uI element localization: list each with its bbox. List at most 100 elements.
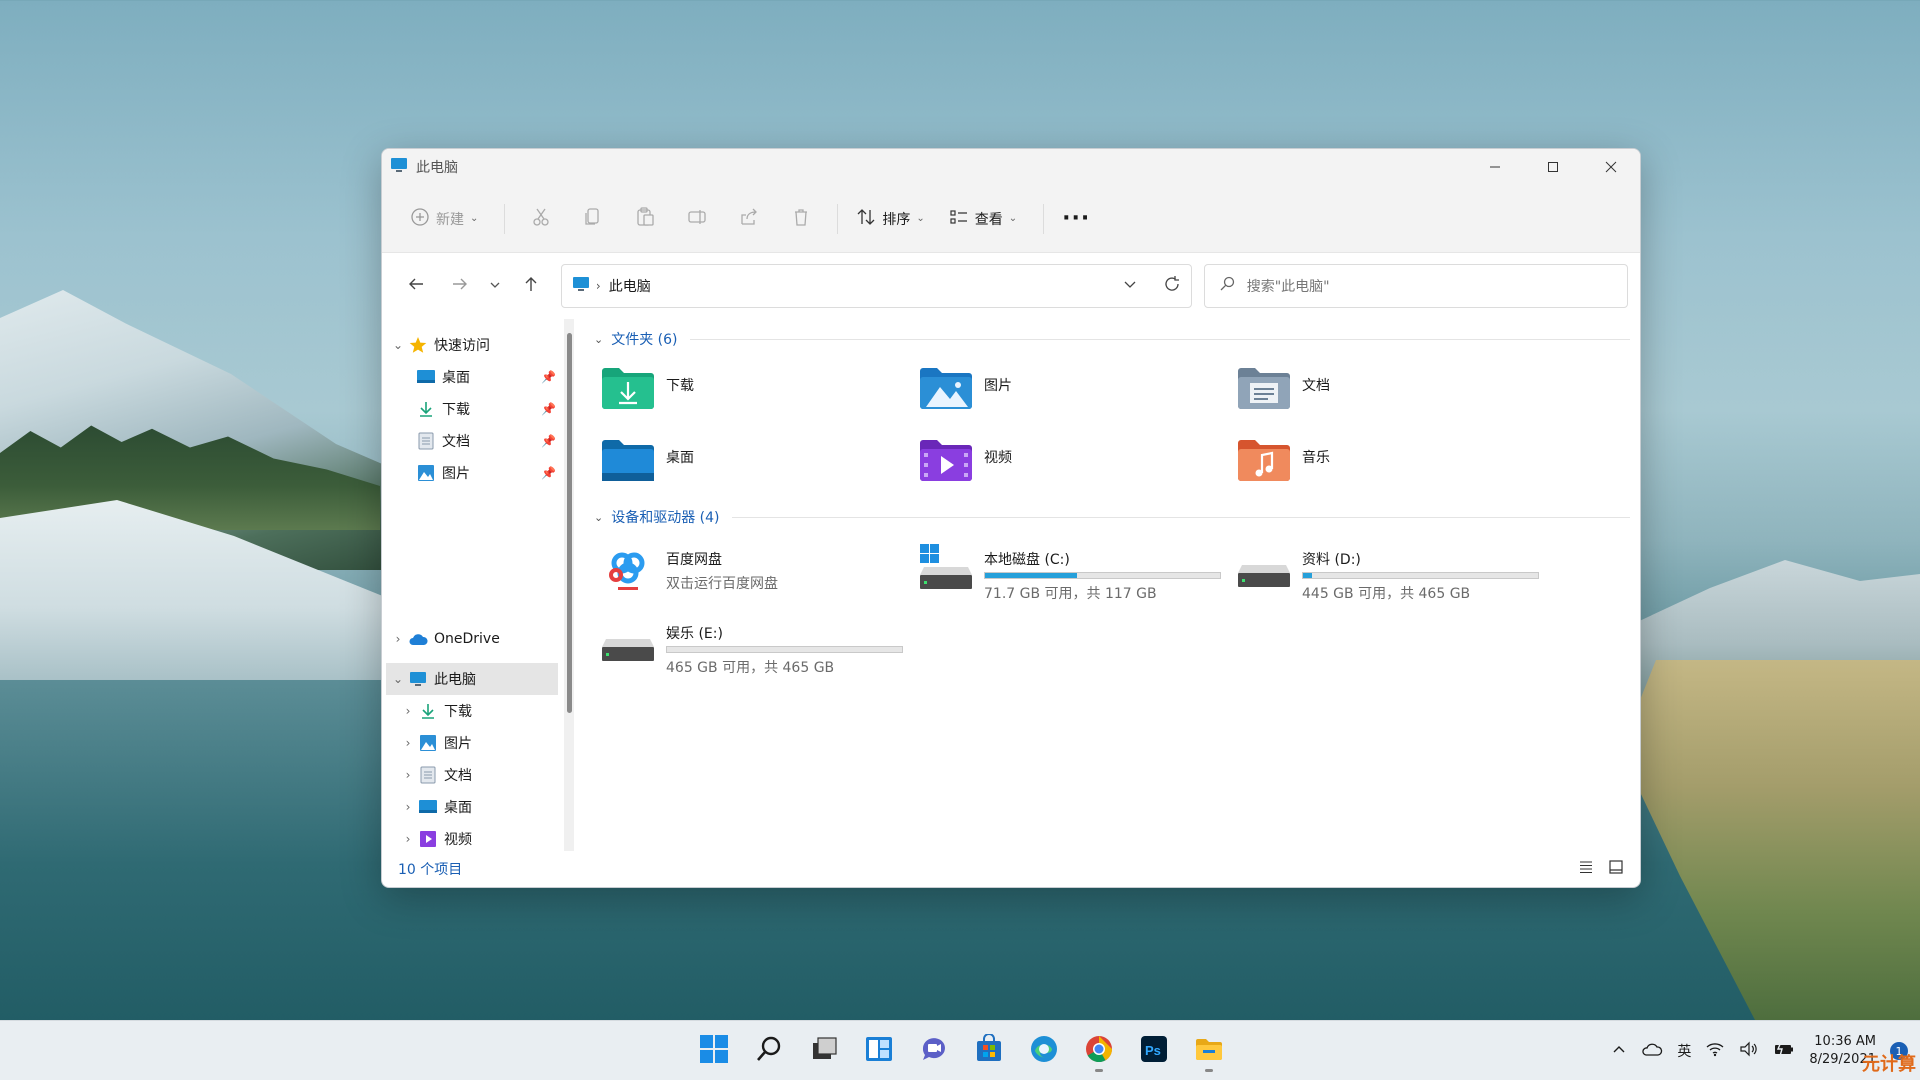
chrome-icon xyxy=(1084,1034,1114,1068)
sidebar-item-quick-downloads[interactable]: 下载 📌 xyxy=(416,393,562,425)
sidebar-item-pc-pictures[interactable]: › 图片 xyxy=(398,727,562,759)
sort-icon xyxy=(856,207,876,231)
sidebar-item-quick-documents[interactable]: 文档 📌 xyxy=(416,425,562,457)
start-button[interactable] xyxy=(692,1029,736,1073)
drive-d[interactable]: 资料 (D:) 445 GB 可用，共 465 GB xyxy=(1236,541,1554,603)
window-title: 此电脑 xyxy=(416,160,458,176)
chevron-down-icon[interactable]: ⌄ xyxy=(388,672,408,686)
pin-icon[interactable]: 📌 xyxy=(541,434,556,448)
taskbar: Ps 英 10:36 AM 8/29/2021 1 元计算 xyxy=(0,1020,1920,1080)
pin-icon[interactable]: 📌 xyxy=(541,402,556,416)
paste-button[interactable] xyxy=(619,201,671,237)
this-pc-icon xyxy=(572,276,590,296)
task-view-icon xyxy=(809,1034,839,1068)
address-bar[interactable]: › 此电脑 xyxy=(560,264,1192,308)
new-button[interactable]: 新建 ⌄ xyxy=(402,201,486,237)
more-icon: ··· xyxy=(1062,206,1091,231)
wallpaper-grass xyxy=(1620,660,1920,1020)
refresh-icon[interactable] xyxy=(1163,275,1181,297)
download-icon xyxy=(416,399,436,419)
sidebar-item-label: 下载 xyxy=(444,704,472,720)
photoshop-button[interactable]: Ps xyxy=(1132,1029,1176,1073)
sidebar-item-pc-documents[interactable]: › 文档 xyxy=(398,759,562,791)
chevron-right-icon[interactable]: › xyxy=(398,768,418,782)
chat-button[interactable] xyxy=(912,1029,956,1073)
share-icon xyxy=(739,207,759,231)
edge-button[interactable] xyxy=(1022,1029,1066,1073)
photoshop-icon: Ps xyxy=(1139,1034,1169,1068)
chevron-down-icon[interactable] xyxy=(1123,277,1137,295)
close-button[interactable] xyxy=(1582,149,1640,185)
group-divider xyxy=(731,516,1630,518)
folder-documents[interactable]: 文档 xyxy=(1236,363,1554,419)
drive-usage-bar xyxy=(984,572,1221,579)
copy-button[interactable] xyxy=(567,201,619,237)
file-explorer-button[interactable] xyxy=(1187,1029,1231,1073)
volume-icon[interactable] xyxy=(1739,1041,1759,1061)
widgets-icon xyxy=(864,1034,894,1068)
navigation-pane: ⌄ 快速访问 桌面 📌 下载 📌 文档 📌 图片 📌 › OneDrive ⌄ … xyxy=(382,319,574,851)
rename-button[interactable] xyxy=(671,201,723,237)
running-indicator xyxy=(1095,1069,1103,1072)
chevron-up-icon[interactable] xyxy=(1611,1041,1627,1061)
chevron-right-icon[interactable]: › xyxy=(398,832,418,846)
taskbar-search-button[interactable] xyxy=(747,1029,791,1073)
title-bar[interactable]: 此电脑 xyxy=(382,149,1640,185)
chrome-button[interactable] xyxy=(1077,1029,1121,1073)
forward-button[interactable] xyxy=(438,268,482,304)
pin-icon[interactable]: 📌 xyxy=(541,370,556,384)
more-button[interactable]: ··· xyxy=(1054,201,1098,237)
cut-button[interactable] xyxy=(515,201,567,237)
chevron-right-icon[interactable]: › xyxy=(398,736,418,750)
folder-label: 视频 xyxy=(984,450,1012,466)
onedrive-tray-icon[interactable] xyxy=(1641,1041,1663,1061)
input-method-indicator[interactable]: 英 xyxy=(1677,1041,1691,1061)
sidebar-item-this-pc[interactable]: ⌄ 此电脑 xyxy=(386,663,558,695)
battery-charging-icon[interactable] xyxy=(1773,1041,1795,1061)
folder-music[interactable]: 音乐 xyxy=(1236,435,1554,491)
chevron-down-icon[interactable]: ⌄ xyxy=(388,338,408,352)
sidebar-item-onedrive[interactable]: › OneDrive xyxy=(388,623,562,655)
recent-locations-button[interactable] xyxy=(481,268,509,304)
sort-button[interactable]: 排序 ⌄ xyxy=(848,201,932,237)
share-button[interactable] xyxy=(723,201,775,237)
sidebar-scrollbar[interactable] xyxy=(564,319,574,851)
view-button[interactable]: 查看 ⌄ xyxy=(941,201,1025,237)
folder-videos[interactable]: 视频 xyxy=(918,435,1236,491)
maximize-button[interactable] xyxy=(1524,149,1582,185)
chevron-right-icon[interactable]: › xyxy=(398,704,418,718)
chevron-right-icon[interactable]: › xyxy=(398,800,418,814)
wifi-icon[interactable] xyxy=(1705,1041,1725,1061)
search-input[interactable]: 搜索"此电脑" xyxy=(1203,264,1629,308)
drives-group-header[interactable]: ⌄ 设备和驱动器 (4) xyxy=(594,503,1630,531)
sidebar-item-pc-desktop[interactable]: › 桌面 xyxy=(398,791,562,823)
back-button[interactable] xyxy=(394,268,438,304)
sidebar-item-pc-downloads[interactable]: › 下载 xyxy=(398,695,562,727)
folder-pictures[interactable]: 图片 xyxy=(918,363,1236,419)
sidebar-item-quick-access[interactable]: ⌄ 快速访问 xyxy=(388,329,562,361)
drive-e[interactable]: 娱乐 (E:) 465 GB 可用，共 465 GB xyxy=(600,615,918,677)
folder-downloads[interactable]: 下载 xyxy=(600,363,918,419)
minimize-button[interactable] xyxy=(1466,149,1524,185)
tiles-view-icon[interactable] xyxy=(1608,859,1624,879)
drive-baidu-netdisk[interactable]: 百度网盘 双击运行百度网盘 xyxy=(600,541,918,603)
folders-group-header[interactable]: ⌄ 文件夹 (6) xyxy=(594,325,1630,353)
chevron-right-icon[interactable]: › xyxy=(388,632,408,646)
sidebar-item-quick-pictures[interactable]: 图片 📌 xyxy=(416,457,562,489)
group-divider xyxy=(689,338,1630,340)
edge-icon xyxy=(1029,1034,1059,1068)
store-button[interactable] xyxy=(967,1029,1011,1073)
task-view-button[interactable] xyxy=(802,1029,846,1073)
widgets-button[interactable] xyxy=(857,1029,901,1073)
folder-desktop[interactable]: 桌面 xyxy=(600,435,918,491)
toolbar-divider xyxy=(1043,203,1045,234)
download-folder-icon xyxy=(600,363,656,415)
delete-button[interactable] xyxy=(775,201,827,237)
breadcrumb-this-pc[interactable]: 此电脑 xyxy=(609,276,651,296)
sidebar-item-quick-desktop[interactable]: 桌面 📌 xyxy=(416,361,562,393)
sidebar-scrollbar-thumb[interactable] xyxy=(567,333,572,713)
up-button[interactable] xyxy=(509,268,553,304)
details-view-icon[interactable] xyxy=(1578,859,1594,879)
pin-icon[interactable]: 📌 xyxy=(541,466,556,480)
drive-c[interactable]: 本地磁盘 (C:) 71.7 GB 可用，共 117 GB xyxy=(918,541,1236,603)
